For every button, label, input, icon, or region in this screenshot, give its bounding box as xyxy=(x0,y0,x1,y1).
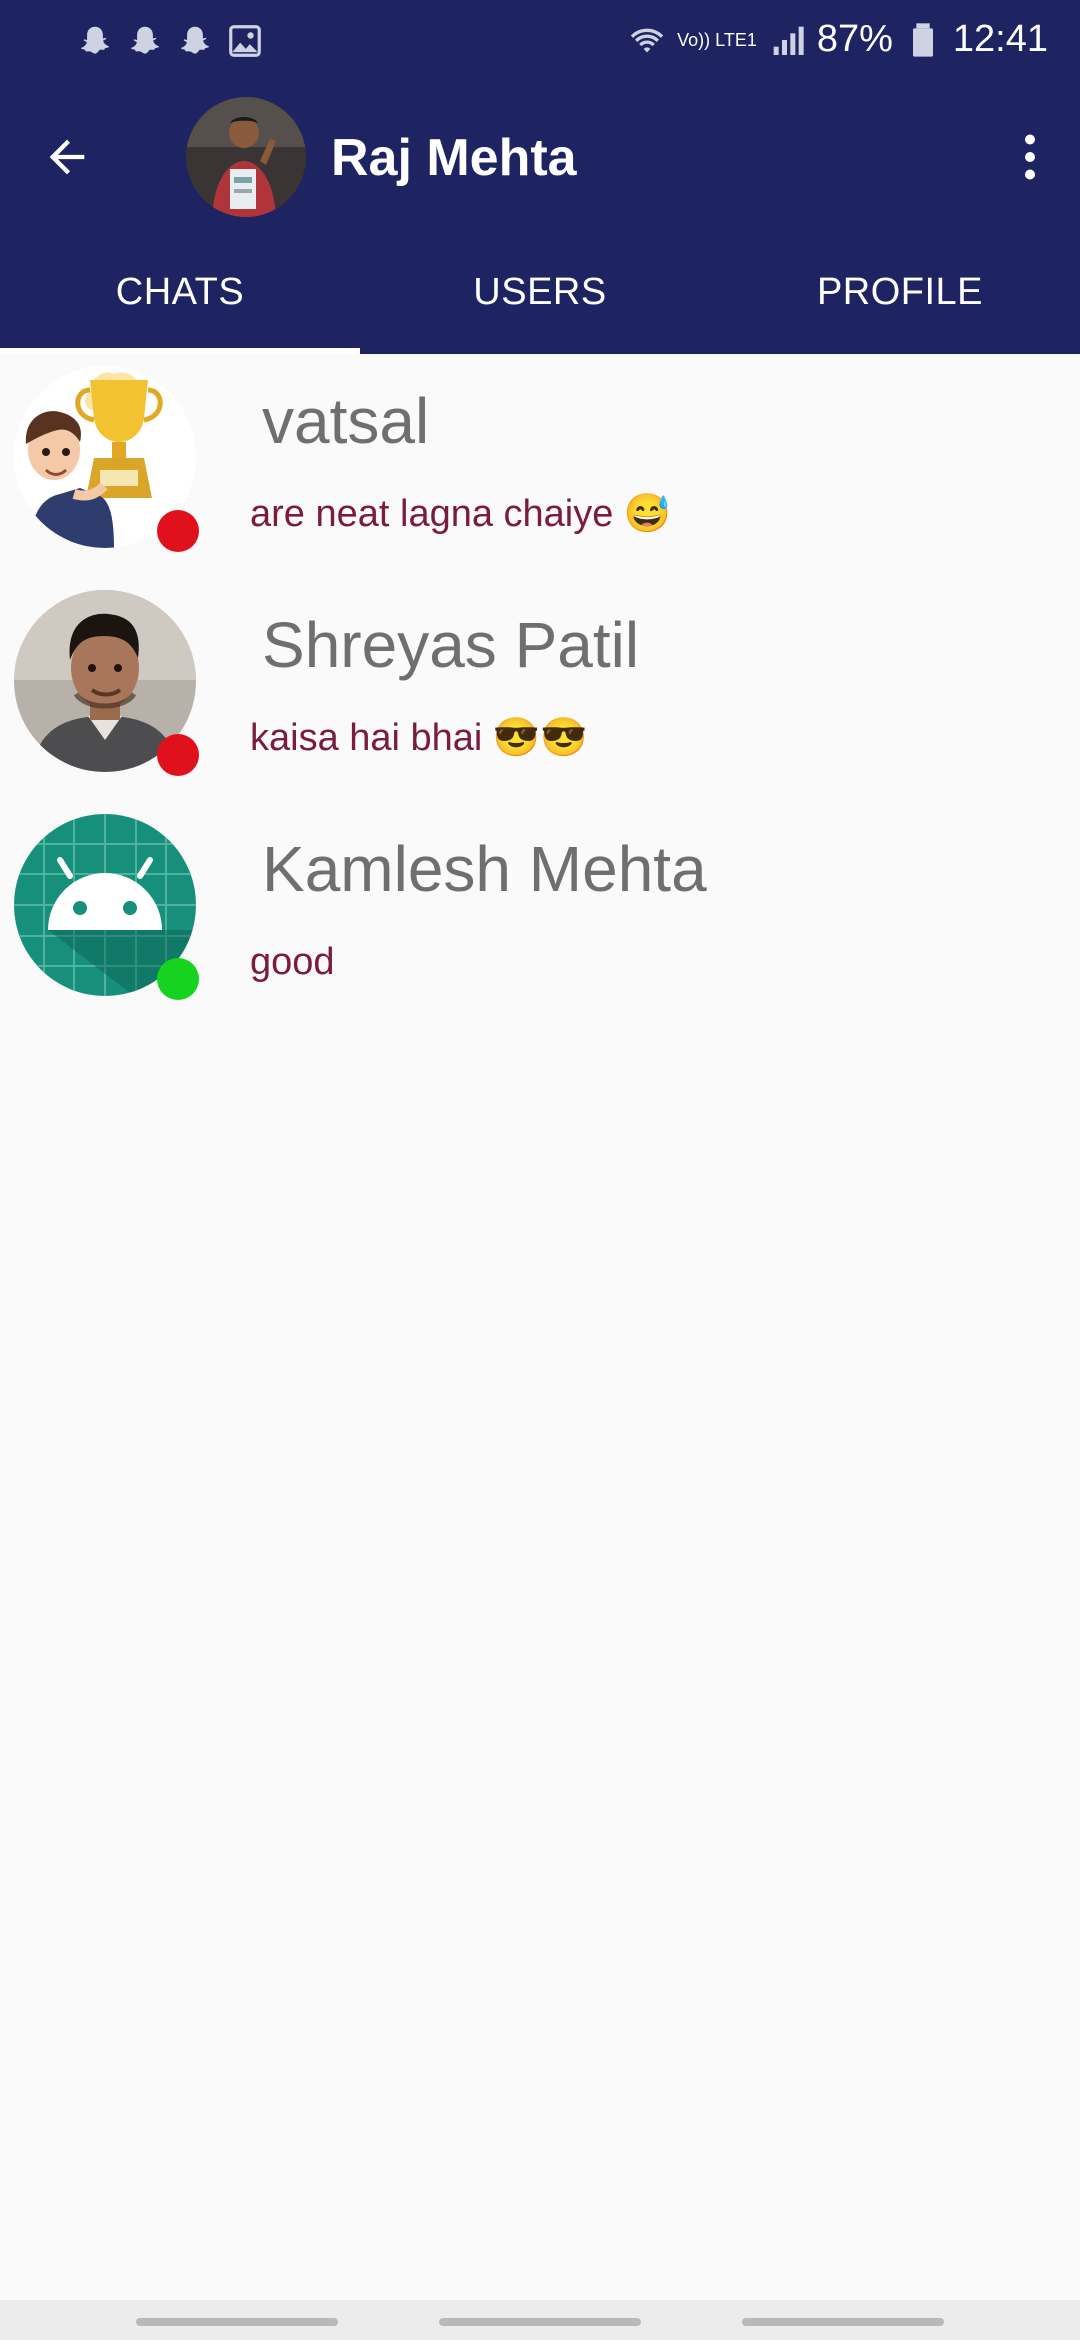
chat-item-kamlesh-mehta[interactable]: Kamlesh Mehta good xyxy=(0,802,1080,1026)
wifi-icon xyxy=(627,20,667,60)
chat-contact-name: Shreyas Patil xyxy=(262,609,640,681)
network-type-label: Vo)) LTE1 xyxy=(677,29,757,50)
system-status: Vo)) LTE1 87% 12:41 xyxy=(627,18,1048,61)
tab-users-label: USERS xyxy=(473,270,607,313)
more-options-button[interactable] xyxy=(1000,124,1060,190)
chat-last-message: are neat lagna chaiye 😅 xyxy=(250,493,672,535)
tab-chats-label: CHATS xyxy=(115,270,245,313)
status-indicator-offline xyxy=(157,510,199,552)
notification-icons xyxy=(76,22,264,60)
battery-icon xyxy=(903,20,943,60)
snapchat-icon xyxy=(176,22,214,60)
clock: 12:41 xyxy=(952,18,1048,60)
nav-home-button[interactable] xyxy=(439,2318,641,2326)
tab-profile-label: PROFILE xyxy=(816,270,984,313)
conversation-title: Raj Mehta xyxy=(331,129,577,187)
chat-item-shreyas-patil[interactable]: Shreyas Patil kaisa hai bhai 😎😎 xyxy=(0,578,1080,802)
status-bar: Vo)) LTE1 87% 12:41 xyxy=(0,0,1080,84)
snapchat-icon xyxy=(76,22,114,60)
chat-list: vatsal are neat lagna chaiye 😅 Shreyas P… xyxy=(0,354,1080,1026)
status-indicator-offline xyxy=(157,734,199,776)
chat-contact-name: Kamlesh Mehta xyxy=(262,833,707,905)
nav-recents-button[interactable] xyxy=(136,2318,338,2326)
snapchat-icon xyxy=(126,22,164,60)
tab-bar: CHATS USERS PROFILE xyxy=(0,230,1080,354)
chat-contact-name: vatsal xyxy=(262,385,430,457)
app-header: Vo)) LTE1 87% 12:41 Raj Mehta CHATS USER… xyxy=(0,0,1080,354)
chat-last-message: kaisa hai bhai 😎😎 xyxy=(250,717,588,759)
status-indicator-online xyxy=(157,958,199,1000)
battery-percent: 87% xyxy=(816,18,893,60)
tab-chats[interactable]: CHATS xyxy=(0,230,360,354)
nav-back-button[interactable] xyxy=(742,2318,944,2326)
tab-users[interactable]: USERS xyxy=(360,230,720,354)
gallery-icon xyxy=(226,22,264,60)
chat-item-vatsal[interactable]: vatsal are neat lagna chaiye 😅 xyxy=(0,354,1080,578)
tab-profile[interactable]: PROFILE xyxy=(720,230,1080,354)
profile-avatar[interactable] xyxy=(186,97,306,217)
chat-last-message: good xyxy=(250,941,335,983)
arrow-left-icon xyxy=(49,139,85,175)
signal-icon xyxy=(767,20,807,60)
navigation-bar xyxy=(0,2300,1080,2340)
toolbar: Raj Mehta xyxy=(0,84,1080,230)
more-vertical-icon xyxy=(1025,134,1035,180)
back-button[interactable] xyxy=(34,124,100,190)
